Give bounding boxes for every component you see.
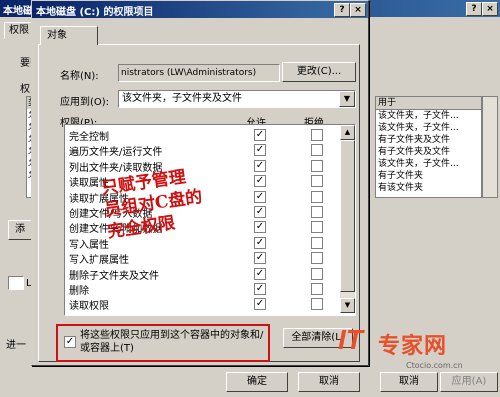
apply-only-container-label: 将这些权限只应用到这个容器中的对象和/或容器上(T) xyxy=(80,330,264,354)
allow-checkbox[interactable]: ✓ xyxy=(254,221,266,234)
deny-checkbox[interactable] xyxy=(311,236,323,249)
dialog-title: 本地磁盘 (C:) 的权限项目 xyxy=(36,7,154,18)
parent-scrollbar[interactable] xyxy=(482,96,498,198)
allow-checkbox[interactable]: ✓ xyxy=(254,283,266,295)
apply-only-container-checkbox[interactable]: ✓ xyxy=(64,336,76,348)
list-item[interactable]: 有该文件夹 xyxy=(376,182,481,194)
name-label: 名称(N): xyxy=(60,71,99,82)
scroll-down-icon[interactable]: ▼ xyxy=(340,298,355,313)
permission-scrollbar[interactable]: ▲ ▼ xyxy=(340,125,355,313)
list-item[interactable]: 该文件夹，子文件... xyxy=(376,110,481,122)
deny-checkbox[interactable] xyxy=(311,129,323,141)
watermark-url: Ctocio.com.cn xyxy=(406,361,463,370)
parent-close-button[interactable]: × xyxy=(482,2,498,16)
apply-to-value: 该文件夹，子文件夹及文件 xyxy=(122,93,242,104)
deny-checkbox[interactable] xyxy=(311,298,323,311)
permission-row[interactable]: 遍历文件夹/运行文件 ✓ xyxy=(65,142,338,159)
parent-text: 权 xyxy=(20,84,30,95)
allow-checkbox[interactable]: ✓ xyxy=(254,298,266,311)
permission-name: 读取权限 xyxy=(69,301,109,313)
watermark-name: 专家网 xyxy=(378,334,448,359)
deny-checkbox[interactable] xyxy=(311,267,323,280)
apply-to-select[interactable]: 该文件夹，子文件夹及文件 ▼ xyxy=(118,90,356,108)
deny-checkbox[interactable] xyxy=(311,175,323,188)
allow-checkbox[interactable]: ✓ xyxy=(254,144,266,157)
deny-checkbox[interactable] xyxy=(311,144,323,157)
list-header: 用于 xyxy=(376,97,481,110)
apply-only-container-option[interactable]: ✓ 将这些权限只应用到这个容器中的对象和/或容器上(T) xyxy=(56,324,270,362)
dialog-titlebar: 本地磁盘 (C:) 的权限项目 ? × xyxy=(32,1,368,18)
scroll-up-icon[interactable]: ▲ xyxy=(340,125,355,140)
allow-checkbox[interactable]: ✓ xyxy=(254,236,266,249)
chevron-down-icon[interactable]: ▼ xyxy=(339,91,355,107)
deny-checkbox[interactable] xyxy=(311,252,323,265)
permission-name: 写入扩展属性 xyxy=(69,255,129,267)
permission-name: 删除 xyxy=(69,286,89,297)
apply-to-label: 应用到(O): xyxy=(60,97,110,108)
change-button[interactable]: 更改(C)... xyxy=(282,62,356,82)
permission-row[interactable]: 写入属性 ✓ xyxy=(65,235,338,251)
permission-row[interactable]: 删除 ✓ xyxy=(65,281,338,297)
permission-name: 遍历文件夹/运行文件 xyxy=(69,147,163,159)
watermark-logo: IT xyxy=(338,324,363,355)
close-button[interactable]: × xyxy=(350,3,366,17)
parent-advanced-text: 进一 xyxy=(6,340,26,351)
deny-checkbox[interactable] xyxy=(311,190,323,203)
scroll-thumb[interactable] xyxy=(340,140,355,292)
parent-add-button[interactable]: 添 xyxy=(8,220,32,240)
allow-checkbox[interactable]: ✓ xyxy=(254,252,266,265)
permission-name: 完全控制 xyxy=(69,132,109,143)
ok-button[interactable]: 确定 xyxy=(226,372,288,392)
watermark: IT 专家网 Ctocio.com.cn xyxy=(338,318,498,378)
list-item[interactable]: 有子文件夹及文件 xyxy=(376,134,481,146)
allow-checkbox[interactable]: ✓ xyxy=(254,267,266,280)
permission-name: 删除子文件夹及文件 xyxy=(69,270,159,282)
permission-name: 写入属性 xyxy=(69,239,109,251)
name-field[interactable]: nistrators (LW\Administrators) xyxy=(118,64,280,82)
deny-checkbox[interactable] xyxy=(311,283,323,295)
permission-row[interactable]: 写入扩展属性 ✓ xyxy=(65,250,338,267)
list-item[interactable]: 该文件夹，子文件... xyxy=(376,122,481,134)
deny-checkbox[interactable] xyxy=(311,221,323,234)
tab-object[interactable]: 对象 xyxy=(40,26,98,45)
allow-checkbox[interactable]: ✓ xyxy=(254,129,266,141)
deny-checkbox[interactable] xyxy=(311,159,323,172)
list-item[interactable]: 有子文件夹 xyxy=(376,170,481,182)
parent-apply-to-column[interactable]: 用于 该文件夹，子文件... 该文件夹，子文件... 有子文件夹及文件 有子文件… xyxy=(375,96,482,198)
parent-help-button[interactable]: ? xyxy=(466,2,482,16)
permission-row[interactable]: 删除子文件夹及文件 ✓ xyxy=(65,266,338,282)
parent-inherit-checkbox[interactable] xyxy=(8,276,24,290)
deny-checkbox[interactable] xyxy=(311,206,323,218)
list-item[interactable]: 该文件夹，子文件... xyxy=(376,158,481,170)
help-button[interactable]: ? xyxy=(334,3,350,17)
permission-row[interactable]: 读取权限 ✓ xyxy=(65,296,338,313)
list-item[interactable]: 有子文件夹及文件 xyxy=(376,146,481,158)
parent-title: 本地磁 xyxy=(3,6,33,17)
permission-row[interactable]: 完全控制 ✓ xyxy=(65,127,338,143)
